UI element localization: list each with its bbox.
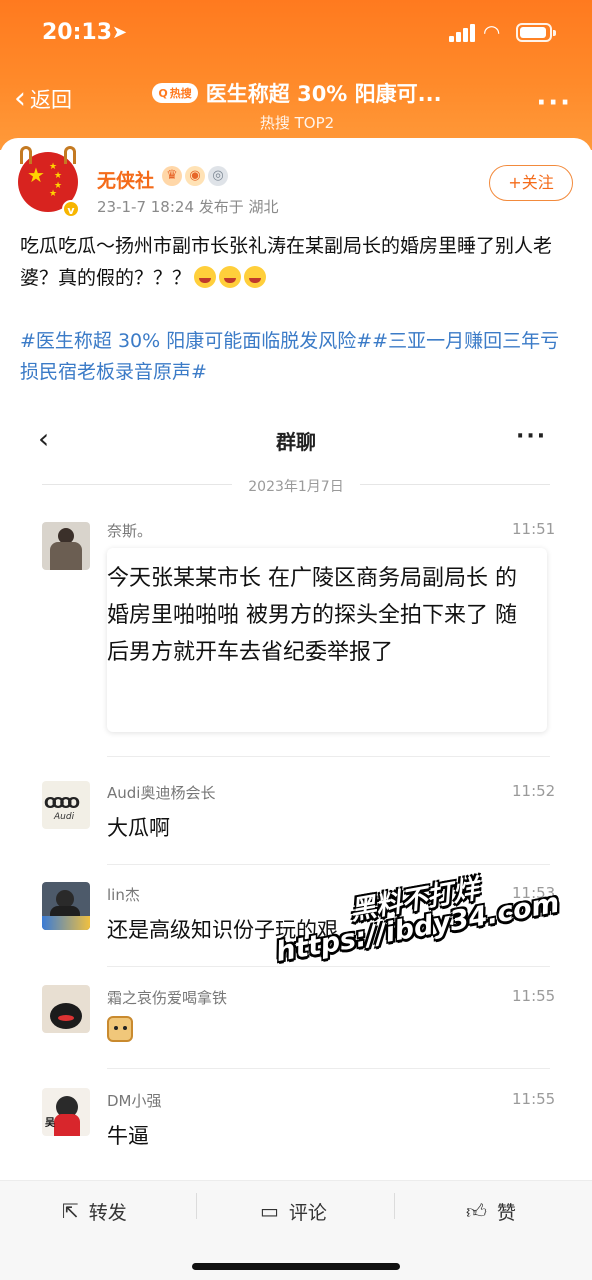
scared-emoji-icon <box>194 266 217 288</box>
hot-search-badge: Q 热搜 <box>152 83 198 103</box>
comment-button[interactable]: ▭ 评论 <box>260 1191 327 1231</box>
cellular-signal-icon <box>449 24 477 42</box>
doge-emoji-icon <box>107 1016 133 1042</box>
more-options-icon[interactable]: ··· <box>536 88 572 118</box>
back-label: 返回 <box>30 88 72 112</box>
follow-button[interactable]: +关注 <box>489 165 573 201</box>
divider <box>196 1193 197 1219</box>
back-button[interactable]: ‹ 返回 <box>14 84 72 114</box>
chat-avatar <box>42 985 90 1033</box>
scared-emoji-icon <box>244 266 267 288</box>
divider <box>107 1068 550 1069</box>
chevron-left-icon: ‹ <box>14 81 26 116</box>
chat-more-icon: ··· <box>516 424 548 449</box>
status-time: 20:13 <box>42 20 113 45</box>
avatar-star: ★ <box>27 163 45 187</box>
hot-badge-label: 热搜 <box>169 87 192 100</box>
battery-icon <box>516 23 556 42</box>
divider <box>107 864 550 865</box>
nav-title-area[interactable]: Q 热搜 医生称超 30% 阳康可... 热搜 TOP2 <box>132 78 462 133</box>
post-text: 吃瓜吃瓜～扬州市副市长张礼涛在某副局长的婚房里睡了别人老婆？真的假的？？？ <box>20 230 576 294</box>
share-icon: ⇱ <box>62 1199 79 1223</box>
medal-badge-icon: ◎ <box>208 166 228 186</box>
avatar-star: ★ <box>49 189 58 199</box>
divider <box>107 966 550 967</box>
chat-message-bubble: 今天张某某市长 在广陵区商务局副局长 的婚房里啪啪啪 被男方的探头全拍下来了 随… <box>107 548 547 732</box>
post-meta: 23-1-7 18:24 发布于 湖北 <box>97 198 279 216</box>
comment-label: 评论 <box>288 1201 327 1224</box>
page-subtitle: 热搜 TOP2 <box>259 114 335 132</box>
divider <box>360 484 550 485</box>
fish-badge-icon: ◉ <box>185 166 205 186</box>
post-card: ★ ★ ★ ★ ★ v 无侠社 ♛ ◉ ◎ 23-1-7 18:24 发布于 湖… <box>0 138 592 1180</box>
repost-button[interactable]: ⇱ 转发 <box>62 1191 127 1231</box>
antler-decoration <box>20 146 32 164</box>
chat-time: 11:55 <box>512 1090 556 1108</box>
chat-sender-name: 奈斯。 <box>107 522 153 540</box>
chat-screenshot-image[interactable]: ‹ 群聊 ··· 2023年1月7日 奈斯。 11:51 今天张某某市长 在广陵… <box>0 400 592 1180</box>
location-arrow-icon: ➤ <box>112 22 128 43</box>
like-button[interactable]: 👍︎ 赞 <box>466 1191 516 1231</box>
thumbs-up-icon: 👍︎ <box>466 1198 487 1223</box>
antler-decoration <box>64 146 76 164</box>
wifi-icon: ◠ <box>484 20 500 44</box>
repost-label: 转发 <box>88 1201 127 1224</box>
chat-time: 11:55 <box>512 987 556 1005</box>
chat-sender-name: lin杰 <box>107 886 140 904</box>
chat-sender-name: DM小强 <box>107 1092 162 1110</box>
avatar-glyph: 吴 <box>45 1118 55 1129</box>
comment-icon: ▭ <box>260 1199 279 1223</box>
author-name[interactable]: 无侠社 <box>97 166 154 193</box>
chat-message-text: 大瓜啊 <box>107 816 170 840</box>
chat-message-text: 牛逼 <box>107 1124 149 1148</box>
chat-time: 11:52 <box>512 782 556 800</box>
chat-message-text: 今天张某某市长 在广陵区商务局副局长 的婚房里啪啪啪 被男方的探头全拍下来了 随… <box>107 566 517 665</box>
chat-avatar <box>42 522 90 570</box>
chat-sender-name: Audi奥迪杨会长 <box>107 784 216 802</box>
chat-time: 11:51 <box>512 520 556 538</box>
divider <box>394 1193 395 1219</box>
chat-title: 群聊 <box>276 430 316 454</box>
hashtag-links[interactable]: #医生称超 30% 阳康可能面临脱发风险##三亚一月赚回三年亏损民宿老板录音原声… <box>20 326 576 388</box>
author-badges: ♛ ◉ ◎ <box>162 166 228 186</box>
scared-emoji-icon <box>219 266 242 288</box>
page-title: 医生称超 30% 阳康可... <box>205 82 442 106</box>
search-icon: Q <box>158 86 168 100</box>
nav-bar: ‹ 返回 Q 热搜 医生称超 30% 阳康可... 热搜 TOP2 ··· <box>0 64 592 140</box>
chat-avatar: 吴 <box>42 1088 90 1136</box>
like-label: 赞 <box>496 1201 516 1224</box>
verified-icon: v <box>62 200 80 218</box>
home-indicator <box>192 1263 400 1270</box>
chat-date: 2023年1月7日 <box>248 479 344 495</box>
chat-avatar: OOOO Audi <box>42 781 90 829</box>
post-text-body: 吃瓜吃瓜～扬州市副市长张礼涛在某副局长的婚房里睡了别人老婆？真的假的？？？ <box>20 235 553 289</box>
chat-sender-name: 霜之哀伤爱喝拿铁 <box>107 989 228 1007</box>
chat-avatar <box>42 882 90 930</box>
crown-badge-icon: ♛ <box>162 166 182 186</box>
avatar-star: ★ <box>54 171 63 181</box>
status-bar: 20:13 ➤ ◠ <box>0 0 592 64</box>
divider <box>107 756 550 757</box>
